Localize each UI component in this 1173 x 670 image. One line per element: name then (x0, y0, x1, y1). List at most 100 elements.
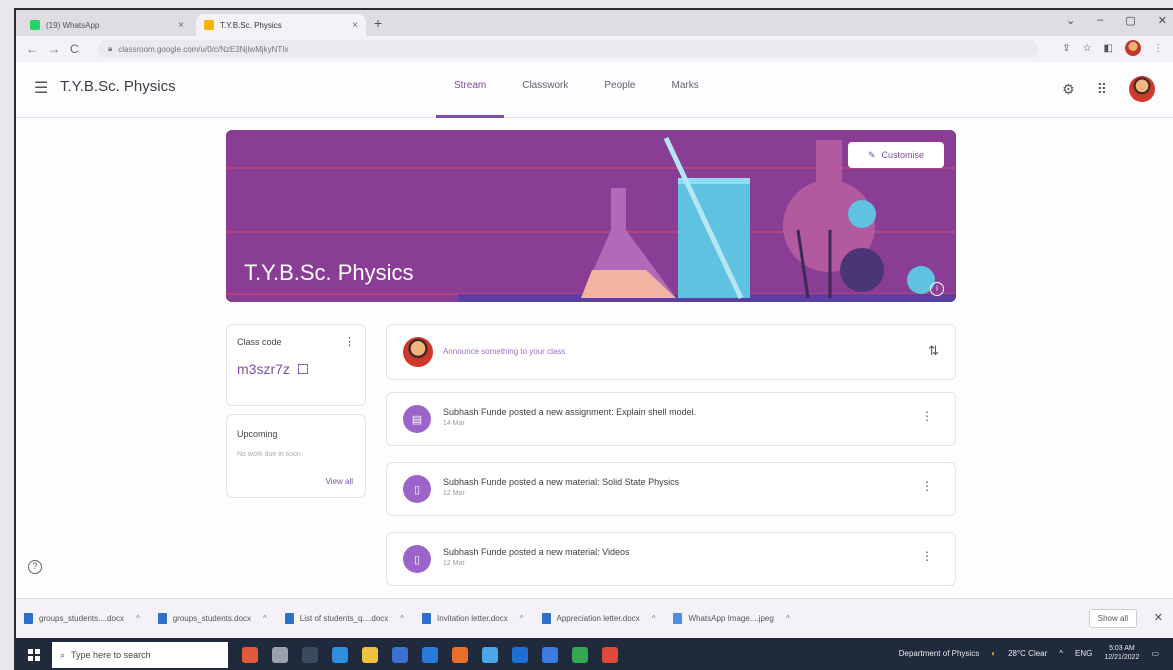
stream-post[interactable]: ▯ Subhash Funde posted a new material: S… (386, 462, 956, 516)
download-item[interactable]: Invitation letter.docx ^ (422, 613, 524, 624)
stream-post[interactable]: ▤ Subhash Funde posted a new assignment:… (386, 392, 956, 446)
post-menu-icon[interactable]: ⋮ (921, 479, 933, 493)
mail-icon[interactable] (422, 647, 438, 663)
class-code-value-row: m3szr7z (237, 361, 308, 377)
post-menu-icon[interactable]: ⋮ (921, 409, 933, 423)
back-icon[interactable]: ← (26, 42, 38, 56)
announce-box[interactable]: Announce something to your class ⇅ (386, 324, 956, 380)
download-item[interactable]: WhatsApp Image....jpeg ^ (673, 613, 790, 624)
post-menu-icon[interactable]: ⋮ (921, 549, 933, 563)
task-view-icon[interactable] (302, 647, 318, 663)
tab-stream[interactable]: Stream (436, 62, 505, 118)
customise-label: Customise (881, 150, 925, 160)
sidepanel-icon[interactable]: ◧ (1104, 43, 1113, 54)
material-icon: ▯ (403, 545, 431, 573)
app-icon[interactable] (542, 647, 558, 663)
classroom-icon (204, 20, 214, 30)
hamburger-menu-icon[interactable]: ☰ (34, 78, 48, 98)
chevron-up-icon[interactable]: ^ (786, 614, 790, 623)
close-window-button[interactable]: ✕ (1158, 14, 1167, 27)
browser-tab-whatsapp[interactable]: (19) WhatsApp × (22, 14, 192, 36)
stream-post[interactable]: ▯ Subhash Funde posted a new material: V… (386, 532, 956, 586)
browser-tab-classroom[interactable]: T.Y.B.Sc. Physics × (196, 14, 366, 36)
downloads-bar: groups_students....docx ^ groups_students… (16, 598, 1173, 638)
customise-button[interactable]: ✎ Customise (848, 142, 944, 168)
edge-icon[interactable] (332, 647, 348, 663)
class-banner: T.Y.B.Sc. Physics ✎ Customise i (226, 130, 956, 302)
new-tab-button[interactable]: + (374, 15, 382, 31)
chevron-up-icon[interactable]: ^ (400, 614, 404, 623)
close-downloads-icon[interactable]: ✕ (1154, 611, 1163, 624)
weather-text[interactable]: 28°C Clear (1008, 649, 1047, 658)
clock[interactable]: 5:03 AM 12/21/2022 (1104, 644, 1139, 662)
browser-window: (19) WhatsApp × T.Y.B.Sc. Physics × + ⌄ … (14, 8, 1173, 670)
window-controls: ⌄ – ▢ ✕ (1066, 14, 1167, 27)
upcoming-card: Upcoming No work due in soon View all (226, 414, 366, 498)
info-icon[interactable]: i (930, 282, 944, 296)
store-icon[interactable] (392, 647, 408, 663)
forward-icon[interactable]: → (48, 42, 60, 56)
download-item[interactable]: groups_students....docx ^ (24, 613, 140, 624)
file-explorer-icon[interactable] (362, 647, 378, 663)
windows-start-icon[interactable] (28, 649, 40, 661)
url-text: classroom.google.com/u/0/c/NzE3NjIwMjkyN… (118, 44, 289, 54)
firefox-icon[interactable] (452, 647, 468, 663)
download-filename: groups_students.docx (172, 614, 251, 623)
post-title: Subhash Funde posted a new assignment: E… (443, 407, 697, 417)
apps-grid-icon[interactable]: ⠿ (1097, 81, 1107, 98)
word-doc-icon (541, 613, 551, 624)
menu-icon[interactable]: ⋮ (1153, 43, 1163, 54)
app-icon[interactable] (512, 647, 528, 663)
restore-button[interactable]: ▢ (1125, 14, 1135, 27)
settings-gear-icon[interactable]: ⚙ (1062, 81, 1075, 98)
chevron-up-icon[interactable]: ^ (263, 614, 267, 623)
minimize-button[interactable]: – (1097, 14, 1103, 27)
chevron-up-icon[interactable]: ^ (520, 614, 524, 623)
chrome-profile-icon[interactable] (602, 647, 618, 663)
app-icon[interactable] (482, 647, 498, 663)
announce-placeholder[interactable]: Announce something to your class (443, 347, 565, 356)
show-all-button[interactable]: Show all (1088, 609, 1137, 628)
repost-icon[interactable]: ⇅ (928, 343, 939, 359)
reload-icon[interactable]: C (70, 42, 79, 56)
download-item[interactable]: groups_students.docx ^ (157, 613, 267, 624)
word-doc-icon (422, 613, 432, 624)
word-doc-icon (284, 613, 294, 624)
close-tab-icon[interactable]: × (178, 20, 184, 31)
tray-label[interactable]: Department of Physics (899, 649, 979, 658)
app-icon[interactable] (272, 647, 288, 663)
share-icon[interactable]: ⇪ (1062, 43, 1070, 54)
close-tab-icon[interactable]: × (352, 20, 358, 31)
view-all-link[interactable]: View all (326, 477, 353, 486)
fullscreen-icon[interactable] (297, 364, 308, 374)
tab-people[interactable]: People (586, 62, 653, 118)
tab-classwork[interactable]: Classwork (504, 62, 586, 118)
class-code-menu-icon[interactable]: ⋮ (344, 335, 355, 348)
profile-avatar[interactable] (1125, 40, 1141, 56)
chrome-icon[interactable] (572, 647, 588, 663)
help-icon[interactable]: ? (28, 560, 42, 574)
account-avatar[interactable] (1129, 76, 1155, 102)
word-doc-icon (24, 613, 33, 624)
tray-chevron-icon[interactable]: ^ (1059, 649, 1063, 658)
class-nav-tabs: Stream Classwork People Marks (436, 62, 717, 118)
tab-marks[interactable]: Marks (654, 62, 717, 118)
star-icon[interactable]: ☆ (1083, 43, 1092, 54)
class-title[interactable]: T.Y.B.Sc. Physics (60, 78, 176, 95)
tab-search-icon[interactable]: ⌄ (1066, 14, 1075, 27)
download-item[interactable]: Appreciation letter.docx ^ (541, 613, 656, 624)
tab-strip: (19) WhatsApp × T.Y.B.Sc. Physics × + ⌄ … (16, 10, 1173, 36)
lang-indicator[interactable]: ENG (1075, 649, 1092, 658)
download-item[interactable]: List of students_q....docx ^ (284, 613, 404, 624)
weather-icon: ◐ (991, 648, 997, 658)
chevron-up-icon[interactable]: ^ (136, 614, 140, 623)
download-filename: WhatsApp Image....jpeg (688, 614, 774, 623)
post-date: 14 Mar (443, 420, 465, 427)
taskbar-search[interactable]: ⌕ Type here to search (52, 642, 228, 668)
app-header: ☰ T.Y.B.Sc. Physics Stream Classwork Peo… (16, 62, 1173, 118)
whatsapp-icon (30, 20, 40, 30)
app-icon[interactable] (242, 647, 258, 663)
chevron-up-icon[interactable]: ^ (652, 614, 656, 623)
notifications-icon[interactable]: ▭ (1151, 649, 1159, 658)
address-bar[interactable]: 🔒︎ classroom.google.com/u/0/c/NzE3NjIwMj… (98, 40, 1038, 58)
